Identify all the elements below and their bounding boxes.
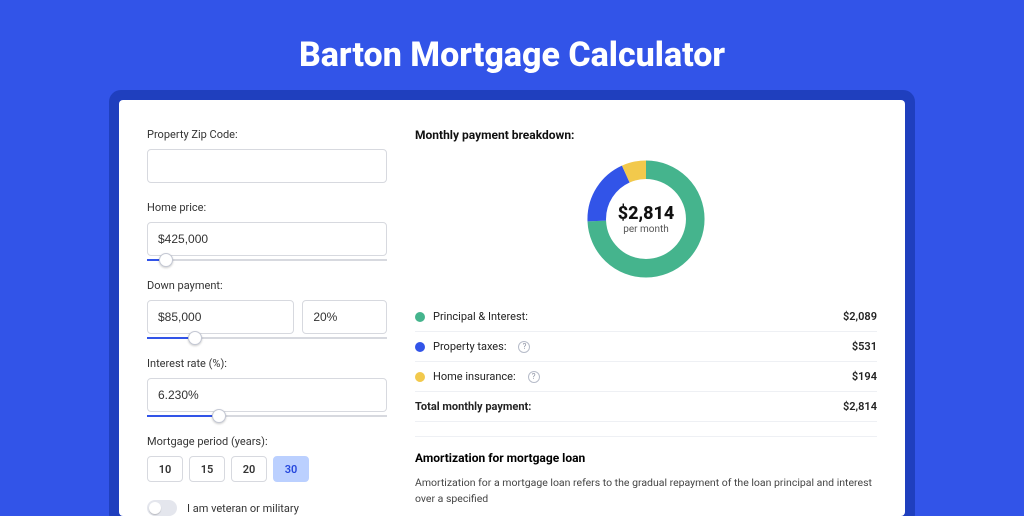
dot-icon [415,342,425,352]
calculator-card: Property Zip Code: Home price: Down paym… [119,100,905,516]
price-input[interactable] [147,222,387,256]
legend-total-label: Total monthly payment: [415,400,531,413]
down-slider[interactable] [147,337,387,339]
zip-label: Property Zip Code: [147,128,387,141]
price-field: Home price: [147,201,387,261]
page-title: Barton Mortgage Calculator [0,0,1024,100]
legend-total-value: $2,814 [843,400,877,413]
legend-pi-label: Principal & Interest: [433,310,528,323]
donut-value: $2,814 [618,203,675,224]
amortization-section: Amortization for mortgage loan Amortizat… [415,436,877,507]
legend-tax: Property taxes: ? $531 [415,332,877,362]
veteran-row: I am veteran or military [147,500,387,516]
down-pct-input[interactable] [302,300,387,334]
legend-ins-value: $194 [852,370,877,383]
donut-center: $2,814 per month [581,154,711,284]
amort-text: Amortization for a mortgage loan refers … [415,475,877,507]
donut-chart: $2,814 per month [415,154,877,284]
price-label: Home price: [147,201,387,214]
down-field: Down payment: [147,279,387,339]
rate-slider[interactable] [147,415,387,417]
legend-total: Total monthly payment: $2,814 [415,392,877,422]
period-buttons: 10 15 20 30 [147,456,387,482]
help-icon[interactable]: ? [518,341,530,353]
breakdown-panel: Monthly payment breakdown: $2,814 per mo… [415,128,877,516]
period-20[interactable]: 20 [231,456,267,482]
veteran-toggle[interactable] [147,500,177,516]
legend-pi-value: $2,089 [843,310,877,323]
donut-sub: per month [623,224,669,235]
rate-field: Interest rate (%): [147,357,387,417]
legend-pi: Principal & Interest: $2,089 [415,302,877,332]
zip-field: Property Zip Code: [147,128,387,183]
dot-icon [415,312,425,322]
down-label: Down payment: [147,279,387,292]
period-field: Mortgage period (years): 10 15 20 30 [147,435,387,482]
veteran-label: I am veteran or military [187,502,299,515]
dot-icon [415,372,425,382]
legend-ins-label: Home insurance: [433,370,516,383]
period-15[interactable]: 15 [189,456,225,482]
price-slider[interactable] [147,259,387,261]
down-amount-input[interactable] [147,300,294,334]
help-icon[interactable]: ? [528,371,540,383]
inputs-panel: Property Zip Code: Home price: Down paym… [147,128,387,516]
period-30[interactable]: 30 [273,456,309,482]
legend-tax-value: $531 [852,340,877,353]
breakdown-title: Monthly payment breakdown: [415,128,877,142]
period-10[interactable]: 10 [147,456,183,482]
zip-input[interactable] [147,149,387,183]
rate-label: Interest rate (%): [147,357,387,370]
amort-title: Amortization for mortgage loan [415,451,877,465]
rate-input[interactable] [147,378,387,412]
period-label: Mortgage period (years): [147,435,387,448]
legend-ins: Home insurance: ? $194 [415,362,877,392]
legend-tax-label: Property taxes: [433,340,506,353]
